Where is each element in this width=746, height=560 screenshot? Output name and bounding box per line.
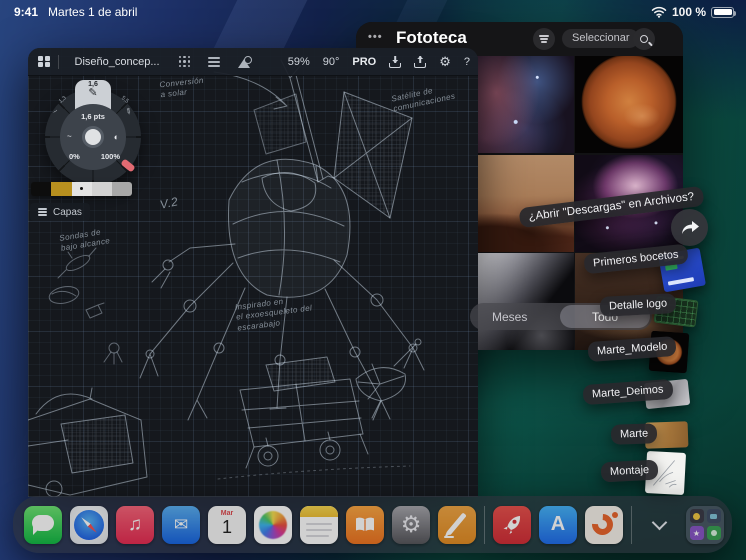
smoothing-icon[interactable]: ~ [67,132,72,141]
gallery-icon[interactable] [38,55,50,68]
swatch-gray[interactable] [112,182,132,196]
search-icon [640,35,648,43]
opacity-icon[interactable]: ◐ [114,132,119,142]
photo-thumbnail-nebula[interactable] [465,56,574,153]
dock-divider [631,505,632,544]
pencil-icon: ✎ [88,87,98,99]
pro-badge[interactable]: PRO [352,56,376,68]
photos-app-icon[interactable] [254,505,292,544]
drop-forward-button[interactable] [671,209,708,246]
dock: ♫ ✉ Mar 1 ⚙ A ★ [13,496,732,553]
grid-settings-icon[interactable] [178,55,190,68]
envelope-icon: ✉ [173,514,189,534]
status-time: 9:41 [14,5,39,19]
layers-menu-icon [38,207,47,218]
battery-icon [711,6,736,18]
tool-settings-disc[interactable]: 1,6 pts ~ ◐ 0% 100% [60,104,126,170]
status-bar-left: 9:41 Martes 1 de abril [14,5,137,19]
status-bar-right: 100 % [651,5,736,19]
select-button[interactable]: Seleccionar [562,29,640,48]
swatch-black[interactable] [31,182,51,196]
app-library-mini-star: ★ [689,526,704,540]
drawing-toolbar: Diseño_concep... 59% 90° PRO ⚙ ? [28,48,478,76]
fototeca-title: Fototeca [396,28,467,47]
swatch-gold[interactable] [51,182,72,196]
tool-wheel[interactable]: ~ ✎ 1,3 5,5 1,6 ✎ 1,6 pts ~ ◐ 0% 100% [45,80,141,185]
shape-guide-icon[interactable] [238,55,252,68]
tab-meses[interactable]: Meses [492,310,527,324]
notes-app-icon[interactable] [300,505,338,544]
stroke-width-label: 1,6 pts [81,112,105,121]
zoom-level[interactable]: 59% [288,56,310,68]
calendar-app-icon[interactable]: Mar 1 [208,505,246,544]
layers-icon[interactable] [208,55,220,69]
filter-lines-icon [539,34,549,44]
safari-app-icon[interactable] [70,505,108,544]
concepts-app-icon[interactable] [585,505,623,544]
dock-apps: ♫ ✉ Mar 1 ⚙ A ★ [24,505,724,544]
opacity-min-label: 0% [69,152,80,161]
photo-thumbnail-spacecraft[interactable] [465,253,574,350]
calendar-day: 1 [221,516,232,537]
export-icon[interactable] [414,56,427,68]
dock-divider [484,505,485,544]
layers-panel-button[interactable]: Capas [30,203,90,221]
settings-gear-icon[interactable]: ⚙ [439,54,451,70]
search-button[interactable] [633,28,655,50]
view-options-button[interactable] [533,28,555,50]
chevron-down-icon [651,514,667,530]
help-button[interactable]: ? [464,56,470,68]
mail-app-icon[interactable]: ✉ [162,505,200,544]
swatch-light-gray[interactable] [92,182,112,196]
wifi-icon [651,6,667,18]
color-swatch-bar[interactable] [31,182,132,196]
drawing-app-window: Conversión a solar V.2 Satélite de comun… [28,48,478,497]
status-date: Martes 1 de abril [48,5,138,19]
drag-label-marte[interactable]: Marte [610,423,658,445]
app-library-mini-icon [706,526,721,540]
swatch-white-selected[interactable] [72,182,92,196]
dock-collapse-button[interactable] [640,506,678,544]
app-library-mini-icon [706,509,721,523]
photos-flower-icon [259,510,287,539]
gear-icon: ⚙ [400,511,422,537]
forward-arrow-icon [681,220,699,234]
music-app-icon[interactable]: ♫ [116,505,154,544]
app-library-mini-icon [689,509,704,523]
drag-label-logo[interactable]: Detalle logo [599,293,677,317]
app-library-icon[interactable]: ★ [686,505,724,544]
color-well[interactable] [82,126,104,148]
app-store-icon[interactable]: A [539,505,577,544]
settings-app-icon[interactable]: ⚙ [392,505,430,544]
more-options-button[interactable]: ••• [368,31,383,43]
music-note-icon: ♫ [127,513,143,535]
import-icon[interactable] [389,56,402,68]
pen-icon [446,511,467,536]
sketch-pen-app-icon[interactable] [438,505,476,544]
layers-label: Capas [53,206,82,218]
drag-label-montaje[interactable]: Montaje [600,459,659,483]
books-app-icon[interactable] [346,505,384,544]
opacity-max-label: 100% [100,152,120,161]
ipad-screen: 9:41 Martes 1 de abril 100 % ••• Fototeca… [0,0,746,560]
rocket-app-icon[interactable] [493,505,531,544]
rocket-icon [503,515,521,534]
calendar-month: Mar [220,509,234,517]
battery-percent: 100 % [671,5,706,19]
document-title[interactable]: Diseño_concep... [75,56,160,68]
messages-app-icon[interactable] [24,505,62,544]
photo-thumbnail-mars[interactable] [575,56,683,153]
chat-bubble-icon [32,514,54,535]
open-book-icon [356,517,374,531]
app-store-a-icon: A [550,513,566,535]
rotation-value[interactable]: 90° [323,56,340,68]
